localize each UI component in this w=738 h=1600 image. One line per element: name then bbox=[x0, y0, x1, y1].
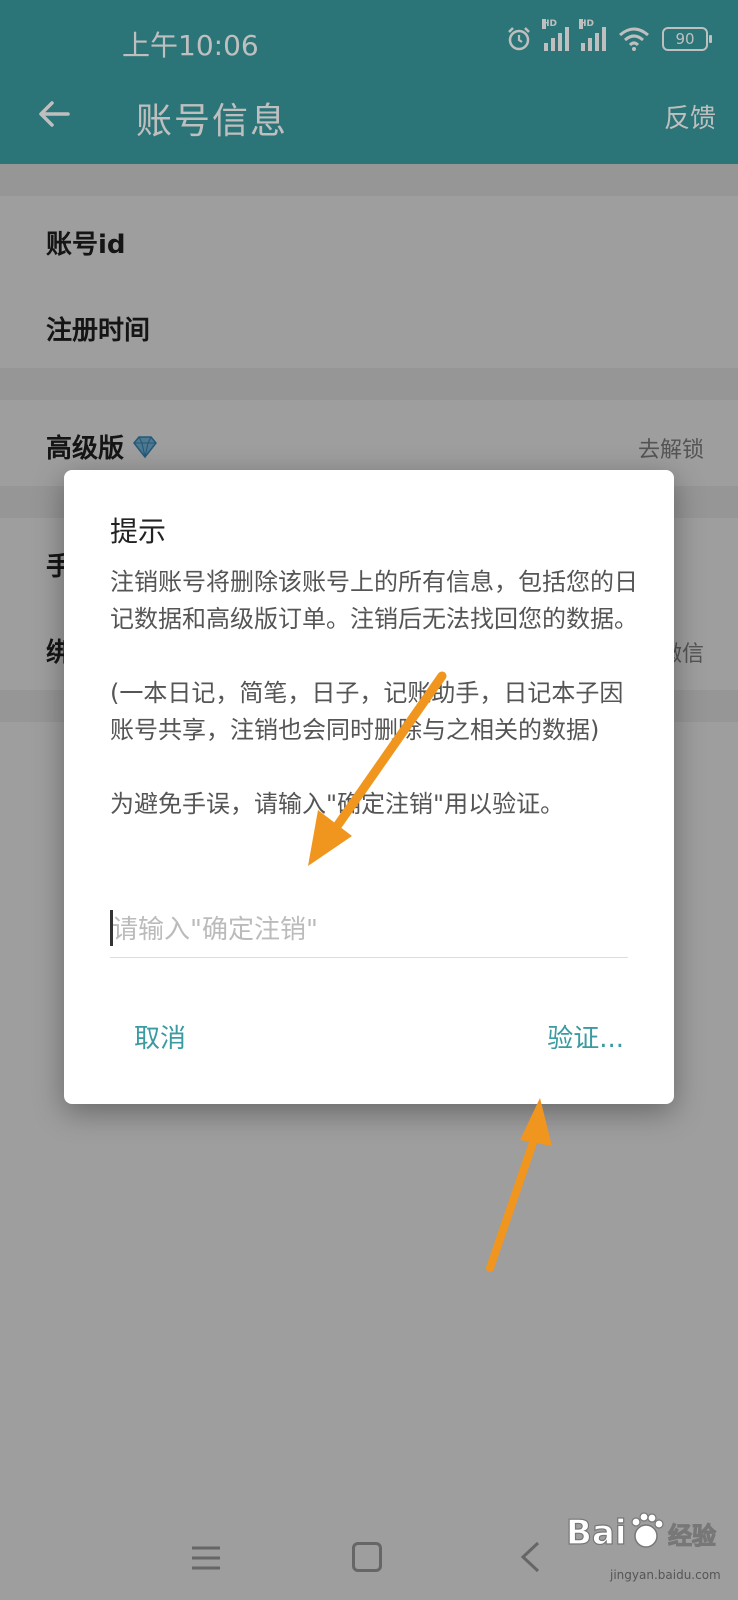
home-icon[interactable] bbox=[352, 1542, 382, 1572]
text-caret bbox=[110, 910, 113, 946]
confirm-delete-dialog: 提示 注销账号将删除该账号上的所有信息，包括您的日记数据和高级版订单。注销后无法… bbox=[64, 470, 674, 1104]
dialog-title: 提示 bbox=[110, 515, 167, 548]
cancel-button[interactable]: 取消 bbox=[134, 1018, 186, 1055]
dialog-paragraph-1: 注销账号将删除该账号上的所有信息，包括您的日记数据和高级版订单。注销后无法找回您… bbox=[110, 568, 638, 633]
dialog-paragraph-2: (一本日记，简笔，日子，记账助手，日记本子因账号共享，注销也会同时删除与之相关的… bbox=[110, 679, 624, 744]
dialog-paragraph-3: 为避免手误，请输入"确定注销"用以验证。 bbox=[110, 790, 565, 818]
svg-text:Bai: Bai bbox=[566, 1513, 627, 1553]
confirm-text-input[interactable] bbox=[110, 902, 628, 958]
baidu-jingyan-logo: Bai 经验 bbox=[566, 1512, 717, 1554]
screen: 上午10:06 HD HD 90 账号信息 反馈 账号id 注册时间 高级版 去… bbox=[0, 0, 738, 1600]
verify-button[interactable]: 验证... bbox=[547, 1018, 624, 1055]
watermark-url: jingyan.baidu.com bbox=[610, 1568, 721, 1582]
dialog-message: 注销账号将删除该账号上的所有信息，包括您的日记数据和高级版订单。注销后无法找回您… bbox=[110, 564, 640, 860]
menu-icon[interactable] bbox=[190, 1544, 222, 1572]
svg-text:经验: 经验 bbox=[668, 1522, 716, 1550]
nav-back-icon[interactable] bbox=[518, 1540, 542, 1574]
modal-scrim-top bbox=[0, 0, 738, 164]
